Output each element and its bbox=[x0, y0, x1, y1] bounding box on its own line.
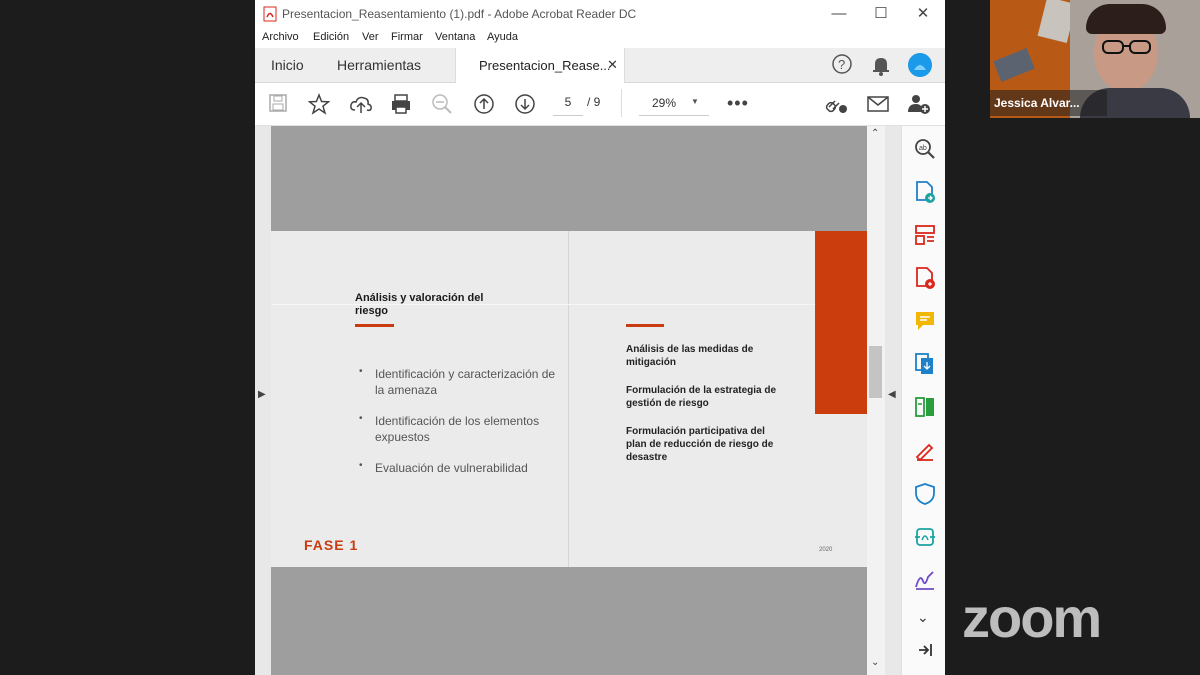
heading-underline bbox=[355, 324, 394, 327]
right-panel-toggle-icon[interactable]: ◀ bbox=[888, 389, 896, 400]
collapse-panel-icon[interactable] bbox=[917, 642, 933, 658]
list-item: • Identificación de los elementos expues… bbox=[359, 413, 559, 445]
maximize-icon[interactable]: ☐ bbox=[869, 4, 893, 24]
combine-files-icon[interactable] bbox=[914, 352, 936, 376]
toolbar-divider bbox=[621, 89, 622, 117]
right-item-list: Análisis de las medidas de mitigación Fo… bbox=[626, 343, 781, 464]
tab-bar: Inicio Herramientas Presentacion_Rease..… bbox=[255, 48, 945, 83]
email-icon[interactable] bbox=[867, 93, 889, 115]
svg-text:ab: ab bbox=[919, 145, 927, 152]
bullet-list: • Identificación y caracterización de la… bbox=[359, 366, 559, 476]
zoom-level-value: 29% bbox=[652, 96, 677, 110]
page-number-input[interactable]: 5 bbox=[553, 95, 583, 116]
organize-pages-icon[interactable] bbox=[914, 224, 936, 246]
tab-tools[interactable]: Herramientas bbox=[337, 57, 421, 73]
scroll-thumb[interactable] bbox=[869, 346, 882, 398]
menu-ayuda[interactable]: Ayuda bbox=[487, 31, 518, 43]
share-link-icon[interactable] bbox=[825, 93, 849, 115]
bullet-dot: • bbox=[359, 366, 363, 377]
add-user-icon[interactable] bbox=[907, 93, 931, 115]
scroll-down-icon[interactable]: ⌄ bbox=[871, 657, 879, 668]
vertical-scrollbar[interactable]: ⌃ ⌄ bbox=[867, 126, 885, 675]
zoom-out-icon[interactable] bbox=[431, 93, 453, 115]
menu-firmar[interactable]: Firmar bbox=[391, 31, 423, 43]
tab-document[interactable]: Presentacion_Rease... ✕ bbox=[455, 48, 625, 83]
bullet-dot: • bbox=[359, 413, 363, 424]
participant-name: Jessica Alvar... bbox=[994, 96, 1080, 110]
toolbar: 5 / 9 29% ▼ ••• bbox=[255, 83, 945, 126]
bullet-text: Identificación de los elementos expuesto… bbox=[375, 414, 540, 444]
next-page-icon[interactable] bbox=[514, 93, 536, 115]
bullet-dot: • bbox=[359, 460, 363, 471]
bell-icon[interactable] bbox=[871, 54, 891, 76]
glasses-icon bbox=[1102, 40, 1152, 54]
previous-slide-bottom bbox=[271, 126, 867, 231]
bullet-text: Identificación y caracterización de la a… bbox=[375, 367, 556, 397]
right-item: Formulación de la estrategia de gestión … bbox=[626, 385, 777, 409]
bullet-text: Evaluación de vulnerabilidad bbox=[375, 461, 528, 475]
previous-page-icon[interactable] bbox=[473, 93, 495, 115]
right-underline bbox=[626, 324, 664, 327]
phase-label: FASE 1 bbox=[304, 537, 359, 553]
request-signature-icon[interactable] bbox=[914, 569, 936, 591]
right-item: Análisis de las medidas de mitigación bbox=[626, 344, 754, 368]
acrobat-window: Presentacion_Reasentamiento (1).pdf - Ad… bbox=[255, 0, 945, 675]
next-slide-top bbox=[271, 567, 867, 675]
compare-files-icon[interactable] bbox=[914, 396, 936, 418]
upload-cloud-icon[interactable] bbox=[349, 93, 373, 115]
convert-pdf-icon[interactable] bbox=[914, 526, 936, 548]
menu-archivo[interactable]: Archivo bbox=[262, 31, 299, 43]
print-icon[interactable] bbox=[390, 93, 412, 115]
chevron-down-icon: ▼ bbox=[691, 97, 699, 106]
acrobat-logo-icon bbox=[263, 6, 277, 22]
participant-hair bbox=[1086, 4, 1166, 34]
minimize-icon[interactable]: — bbox=[827, 4, 851, 24]
svg-text:?: ? bbox=[838, 57, 845, 72]
tab-document-label: Presentacion_Rease... bbox=[479, 58, 611, 73]
protect-shield-icon[interactable] bbox=[914, 482, 936, 506]
comment-icon[interactable] bbox=[914, 310, 936, 332]
list-item: • Evaluación de vulnerabilidad bbox=[359, 460, 559, 476]
zoom-level-select[interactable]: 29% ▼ bbox=[639, 95, 709, 116]
save-icon[interactable] bbox=[268, 93, 288, 113]
right-item: Formulación participativa del plan de re… bbox=[626, 426, 774, 463]
more-tools-icon[interactable]: ••• bbox=[727, 93, 749, 114]
account-icon[interactable] bbox=[907, 52, 933, 78]
title-bar: Presentacion_Reasentamiento (1).pdf - Ad… bbox=[255, 0, 945, 28]
participant-video[interactable]: Jessica Alvar... bbox=[990, 0, 1200, 118]
page-total: / 9 bbox=[587, 95, 601, 109]
list-item: • Identificación y caracterización de la… bbox=[359, 366, 559, 398]
tab-home[interactable]: Inicio bbox=[271, 57, 304, 73]
fill-sign-icon[interactable] bbox=[914, 440, 936, 462]
window-title: Presentacion_Reasentamiento (1).pdf - Ad… bbox=[282, 7, 637, 21]
star-icon[interactable] bbox=[308, 93, 330, 115]
slide-heading: Análisis y valoración del riesgo bbox=[355, 292, 484, 317]
document-viewport[interactable]: ▶ Análisis y valoración del riesgo • Ide… bbox=[255, 126, 901, 675]
scroll-up-icon[interactable]: ⌃ bbox=[871, 128, 879, 139]
pdf-slide: Análisis y valoración del riesgo • Ident… bbox=[271, 231, 867, 567]
close-tab-icon[interactable]: ✕ bbox=[607, 57, 618, 73]
export-pdf-icon[interactable] bbox=[914, 180, 936, 204]
orange-accent-block bbox=[815, 231, 867, 414]
menu-edicion[interactable]: Edición bbox=[313, 31, 349, 43]
more-tools-chevron-icon[interactable]: ⌄ bbox=[917, 609, 929, 626]
menu-ventana[interactable]: Ventana bbox=[435, 31, 475, 43]
menu-ver[interactable]: Ver bbox=[362, 31, 379, 43]
zoom-logo: zoom bbox=[962, 586, 1102, 649]
create-pdf-icon[interactable] bbox=[914, 266, 936, 290]
tools-panel: ab ⌄ bbox=[901, 126, 945, 675]
close-icon[interactable]: ✕ bbox=[911, 4, 935, 24]
slide-divider bbox=[568, 231, 569, 567]
left-panel-toggle-icon[interactable]: ▶ bbox=[258, 389, 266, 400]
menu-bar: Archivo Edición Ver Firmar Ventana Ayuda bbox=[255, 28, 945, 48]
find-text-icon[interactable]: ab bbox=[914, 138, 936, 160]
slide-year: 2020 bbox=[819, 547, 833, 553]
help-icon[interactable]: ? bbox=[831, 53, 853, 75]
